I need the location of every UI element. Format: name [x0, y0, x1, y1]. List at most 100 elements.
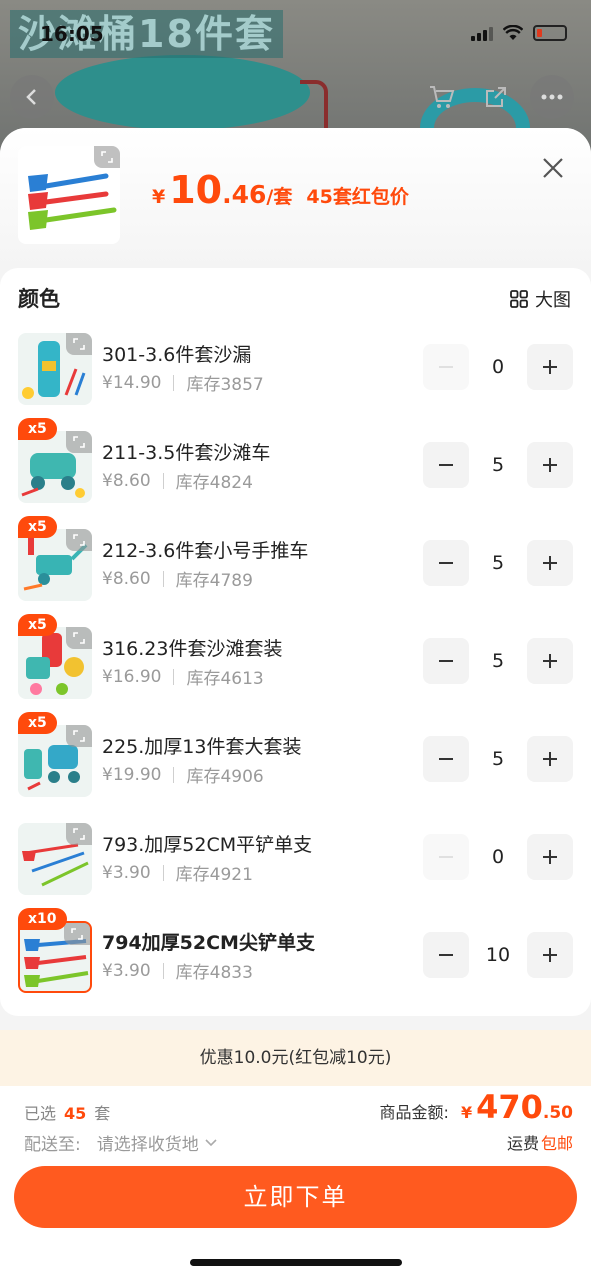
sku-thumbnail[interactable] [18, 725, 92, 797]
quantity-stepper: 5 [423, 736, 573, 782]
increase-button[interactable] [527, 736, 573, 782]
battery-icon [533, 25, 567, 41]
sku-thumbnail[interactable] [18, 627, 92, 699]
expand-icon[interactable] [66, 627, 92, 649]
sku-thumbnail[interactable] [18, 431, 92, 503]
sku-thumbnail[interactable] [18, 921, 92, 993]
close-icon [543, 158, 563, 178]
sku-stock: 库存4921 [175, 865, 253, 885]
expand-icon[interactable] [66, 725, 92, 747]
sku-price: ¥3.90 [102, 862, 151, 883]
selected-prefix: 已选 [24, 1104, 57, 1123]
quantity-value[interactable]: 5 [469, 442, 527, 488]
divider [162, 570, 164, 587]
sku-name[interactable]: 211-3.5件套沙滩车 [102, 438, 270, 465]
order-footer: 已选 45 套 配送至: 请选择收货地 商品金额: ¥ 470 .50 运费 包邮 立… [0, 1086, 591, 1280]
selected-suffix: 套 [94, 1104, 111, 1123]
place-order-button[interactable]: 立即下单 [14, 1166, 577, 1228]
increase-button[interactable] [527, 834, 573, 880]
quantity-value[interactable]: 5 [469, 540, 527, 586]
increase-button[interactable] [527, 932, 573, 978]
increase-button[interactable] [527, 344, 573, 390]
minus-icon [439, 954, 453, 956]
total-integer: 470 [476, 1088, 543, 1126]
total-decimal: .50 [542, 1103, 573, 1123]
sku-name[interactable]: 301-3.6件套沙漏 [102, 340, 251, 367]
expand-icon[interactable] [66, 333, 92, 355]
sku-price: ¥8.60 [102, 568, 151, 589]
expand-icon[interactable] [94, 146, 120, 168]
discount-banner: 优惠10.0元(红包减10元) [0, 1030, 591, 1086]
decrease-button[interactable] [423, 736, 469, 782]
expand-icon[interactable] [66, 529, 92, 551]
increase-button[interactable] [527, 442, 573, 488]
promo-label: 45套红包价 [306, 186, 409, 208]
quantity-value[interactable]: 5 [469, 736, 527, 782]
sku-name[interactable]: 212-3.6件套小号手推车 [102, 536, 308, 563]
quantity-badge: x5 [18, 712, 57, 734]
sku-name[interactable]: 794加厚52CM尖铲单支 [102, 928, 315, 955]
quantity-badge: x5 [18, 418, 57, 440]
plus-icon [543, 360, 557, 374]
decrease-button[interactable] [423, 834, 469, 880]
big-view-toggle[interactable]: 大图 [509, 282, 571, 316]
quantity-value[interactable]: 10 [469, 932, 527, 978]
signal-icon [471, 25, 493, 41]
expand-icon[interactable] [66, 431, 92, 453]
sku-price: ¥16.90 [102, 666, 162, 687]
price-integer: 10 [169, 168, 223, 212]
quantity-value[interactable]: 0 [469, 344, 527, 390]
sku-stock: 库存4906 [186, 767, 264, 787]
decrease-button[interactable] [423, 638, 469, 684]
share-icon[interactable] [474, 75, 518, 119]
price-unit: /套 [266, 186, 293, 208]
plus-icon [543, 948, 557, 962]
selected-number: 45 [64, 1104, 87, 1123]
sku-name[interactable]: 793.加厚52CM平铲单支 [102, 830, 312, 857]
sku-price: ¥14.90 [102, 372, 162, 393]
increase-button[interactable] [527, 638, 573, 684]
total-label: 商品金额: [379, 1103, 449, 1122]
ship-address[interactable]: 请选择收货地 [97, 1130, 199, 1155]
minus-icon [439, 562, 453, 564]
decrease-button[interactable] [423, 344, 469, 390]
back-icon[interactable] [10, 75, 54, 119]
sku-stock: 库存4789 [175, 571, 253, 591]
freight-info: 运费 包邮 [507, 1130, 573, 1154]
sku-name[interactable]: 316.23件套沙滩套装 [102, 634, 282, 661]
freight-label: 运费 [506, 1134, 539, 1153]
ship-label: 配送至: [24, 1135, 81, 1155]
sku-price: ¥3.90 [102, 960, 151, 981]
sku-stock: 库存4833 [175, 963, 253, 983]
sku-thumbnail[interactable] [18, 529, 92, 601]
quantity-value[interactable]: 5 [469, 638, 527, 684]
sku-price: ¥19.90 [102, 764, 162, 785]
wifi-icon [503, 25, 523, 40]
decrease-button[interactable] [423, 932, 469, 978]
increase-button[interactable] [527, 540, 573, 586]
decrease-button[interactable] [423, 540, 469, 586]
sku-meta: ¥8.60 库存4824 [102, 468, 253, 494]
section-title: 颜色 [18, 287, 60, 311]
shipping-selector[interactable]: 配送至: 请选择收货地 [24, 1130, 219, 1155]
divider [173, 766, 175, 783]
expand-icon[interactable] [66, 823, 92, 845]
sku-row: x5 316.23件套沙滩套装 ¥16.90 库存4613 5 [0, 614, 591, 722]
minus-icon [439, 660, 453, 662]
sku-thumbnail[interactable] [18, 823, 92, 895]
cart-icon[interactable] [420, 75, 464, 119]
sku-meta: ¥16.90 库存4613 [102, 664, 264, 690]
color-option-card: 颜色 大图 301-3.6件套沙漏 ¥14.90 库存3857 0 x5 211… [0, 268, 591, 1016]
sku-meta: ¥3.90 库存4921 [102, 860, 253, 886]
sku-thumbnail[interactable] [18, 333, 92, 405]
quantity-badge: x5 [18, 614, 57, 636]
product-thumbnail[interactable] [18, 146, 120, 244]
expand-icon[interactable] [64, 923, 90, 945]
grid-icon [510, 290, 528, 308]
decrease-button[interactable] [423, 442, 469, 488]
quantity-value[interactable]: 0 [469, 834, 527, 880]
close-button[interactable] [535, 150, 571, 186]
more-icon[interactable] [530, 75, 574, 119]
chevron-down-icon [205, 1138, 217, 1146]
sku-name[interactable]: 225.加厚13件套大套装 [102, 732, 301, 759]
